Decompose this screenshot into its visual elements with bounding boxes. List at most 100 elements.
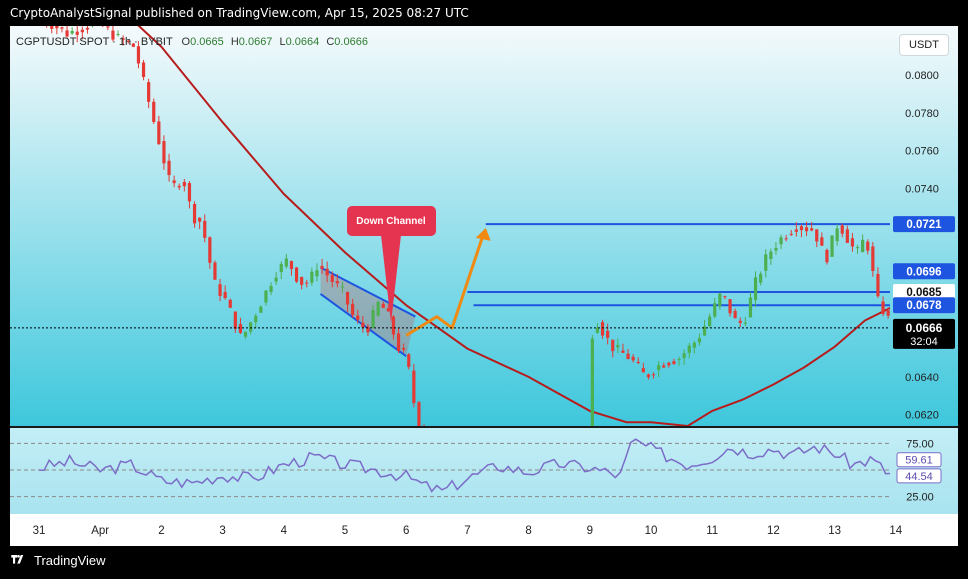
time-axis-ticks: 31 Apr 2 3 4 5 6 7 8 9 10 11 12 13 14	[33, 525, 903, 537]
candle-body	[345, 292, 350, 305]
candle-body	[845, 229, 849, 243]
candle-body	[590, 338, 594, 426]
candle-body	[116, 34, 120, 36]
candle-body	[141, 62, 146, 77]
low-value: 0.0664	[285, 36, 320, 48]
symbol-legend[interactable]: CGPTUSDT SPOT · 1h · BYBIT O0.0665 H0.06…	[16, 36, 368, 48]
candle-body	[192, 203, 197, 224]
candle-body	[606, 330, 610, 338]
open-value: 0.0665	[190, 36, 224, 48]
chart-svg[interactable]: Down Channel 0.08200.08000.07800.07600.0…	[10, 26, 958, 546]
price-axis-label: 0.0640	[905, 372, 939, 384]
candle-body	[794, 229, 798, 232]
candle-body	[820, 237, 824, 246]
candle-body	[738, 320, 742, 323]
candle-body	[70, 30, 74, 34]
candle-body	[50, 26, 54, 29]
candle-body	[381, 303, 385, 308]
candle-body	[320, 265, 324, 269]
candle-body	[733, 310, 737, 319]
candle-body	[407, 354, 411, 367]
candle-body	[279, 263, 283, 273]
candle-body	[351, 303, 355, 316]
candle-body	[75, 31, 79, 35]
price-axis-label: 0.0800	[905, 70, 939, 82]
candle-body	[651, 374, 656, 376]
candle-body	[371, 310, 375, 328]
candle-body	[162, 141, 166, 164]
candle-body	[249, 322, 253, 332]
candle-body	[305, 282, 309, 284]
time-axis-label: 6	[403, 525, 409, 537]
candle-body	[636, 361, 640, 364]
candle-body	[621, 350, 625, 353]
candle-body	[310, 271, 314, 283]
candle-body	[177, 185, 181, 188]
candle-body	[672, 361, 676, 365]
candle-body	[106, 26, 110, 28]
candle-body	[396, 333, 401, 352]
candle-body	[708, 316, 712, 326]
candle-body	[233, 311, 237, 329]
time-axis-label: 12	[767, 525, 780, 537]
candle-body	[274, 277, 278, 282]
time-axis-label: 14	[889, 525, 902, 537]
time-axis-label: 8	[525, 525, 531, 537]
rsi-axis-label: 25.00	[906, 492, 934, 504]
price-tag-label: 0.0696	[906, 266, 941, 278]
rsi-value-tag-label: 44.54	[905, 471, 933, 483]
candle-body	[284, 258, 288, 267]
candle-body	[641, 368, 645, 373]
candle-body	[789, 233, 793, 235]
candle-body	[147, 82, 151, 102]
candle-body	[213, 262, 217, 280]
candle-body	[402, 348, 406, 350]
candle-body	[611, 339, 615, 352]
high-value: 0.0667	[238, 36, 273, 48]
chart-area[interactable]: Down Channel 0.08200.08000.07800.07600.0…	[10, 26, 958, 546]
candle-body	[677, 359, 681, 361]
time-axis-label: 10	[645, 525, 658, 537]
candle-body	[80, 29, 84, 33]
time-axis-background	[10, 514, 958, 546]
candle-body	[886, 310, 890, 316]
rsi-value-tag-label: 59.61	[905, 455, 933, 467]
time-axis-label: 7	[464, 525, 470, 537]
candle-body	[682, 353, 686, 359]
candle-body	[866, 241, 870, 251]
candle-body	[657, 365, 661, 370]
candle-body	[662, 365, 666, 368]
time-axis-label: 31	[33, 525, 46, 537]
candle-body	[850, 238, 855, 247]
time-axis-label: 3	[219, 525, 225, 537]
tradingview-logo-icon	[11, 554, 24, 564]
candle-body	[85, 27, 90, 30]
candle-body	[840, 225, 844, 234]
countdown-label: 32:04	[910, 336, 938, 348]
footer-brand[interactable]: TradingView	[10, 553, 106, 568]
candle-body	[376, 301, 380, 316]
current-price-label: 0.0666	[906, 321, 943, 335]
candle-body	[315, 270, 319, 277]
candle-body	[748, 297, 753, 318]
candle-body	[136, 46, 141, 64]
candle-body	[713, 303, 717, 317]
candle-body	[835, 228, 839, 242]
candle-body	[774, 247, 778, 251]
time-axis-label: 4	[281, 525, 288, 537]
candle-body	[412, 370, 416, 404]
currency-button[interactable]: USDT	[899, 34, 949, 56]
candle-body	[340, 286, 345, 288]
candle-body	[743, 322, 747, 324]
candle-body	[391, 316, 396, 335]
candle-body	[167, 160, 171, 176]
candle-body	[325, 268, 329, 276]
candle-body	[759, 273, 763, 283]
close-value: 0.0666	[334, 36, 368, 48]
candle-body	[264, 290, 268, 303]
pane-divider[interactable]	[10, 426, 958, 428]
symbol-name[interactable]: CGPTUSDT SPOT · 1h · BYBIT	[16, 36, 172, 48]
candle-body	[294, 267, 299, 282]
candle-body	[810, 228, 814, 231]
candle-body	[687, 345, 691, 353]
